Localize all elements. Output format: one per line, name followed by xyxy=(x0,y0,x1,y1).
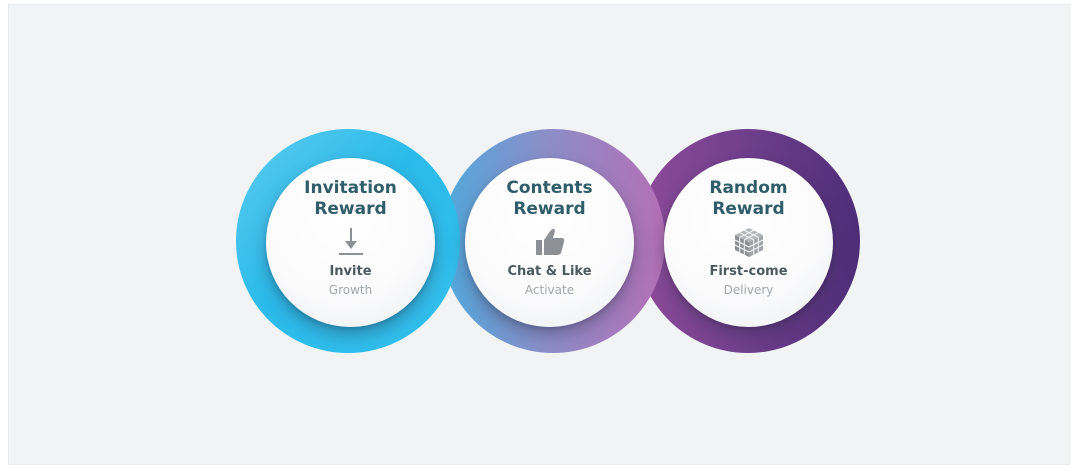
cube-grid-icon xyxy=(734,228,763,257)
contents-reward-card: Contents Reward Chat & Like Activate xyxy=(465,158,634,327)
contents-reward-label: Chat & Like xyxy=(507,264,592,279)
invitation-reward-card: Invitation Reward Invite Growth xyxy=(266,158,435,327)
down-arrow-icon xyxy=(338,228,363,255)
contents-reward-caption: Activate xyxy=(524,283,575,297)
random-reward-title: Random Reward xyxy=(664,178,833,220)
random-reward-title-line2: Reward xyxy=(712,199,785,219)
random-reward-caption: Delivery xyxy=(723,283,774,297)
invitation-reward-title: Invitation Reward xyxy=(266,178,435,220)
invitation-reward-label: Invite xyxy=(329,264,372,279)
invitation-reward-caption: Growth xyxy=(328,283,373,297)
random-reward-title-line1: Random xyxy=(709,178,788,198)
contents-reward-title-line2: Reward xyxy=(513,199,586,219)
contents-reward-title-line1: Contents xyxy=(506,178,593,198)
random-reward-card: Random Reward First-come Delivery xyxy=(664,158,833,327)
invitation-reward-title-line1: Invitation xyxy=(304,178,397,198)
contents-reward-title: Contents Reward xyxy=(465,178,634,220)
random-reward-label: First-come xyxy=(709,264,788,279)
invitation-reward-title-line2: Reward xyxy=(314,199,387,219)
thumbs-up-icon xyxy=(535,228,564,255)
